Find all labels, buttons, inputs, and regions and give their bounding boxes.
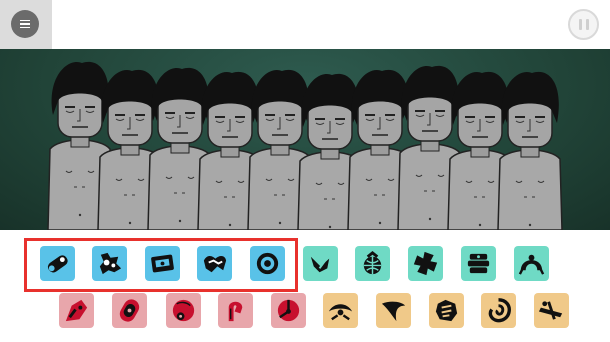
melody-shard-icon[interactable]	[59, 293, 94, 328]
stage	[0, 49, 610, 230]
effect-globe-bag-icon[interactable]	[355, 246, 390, 281]
beat-box-icon[interactable]	[145, 246, 180, 281]
performer[interactable]	[497, 71, 563, 230]
beat-puzzle-icon[interactable]	[92, 246, 127, 281]
melody-ball-icon[interactable]	[166, 293, 201, 328]
top-bar	[0, 0, 610, 49]
beat-wave-icon[interactable]	[197, 246, 232, 281]
effect-arc-icon[interactable]	[514, 246, 549, 281]
melody-disc-icon[interactable]	[271, 293, 306, 328]
beat-pill-icon[interactable]	[40, 246, 75, 281]
voice-eye-icon[interactable]	[323, 293, 358, 328]
pause-icon[interactable]	[568, 9, 599, 40]
voice-swirl-icon[interactable]	[481, 293, 516, 328]
melody-capsule-icon[interactable]	[112, 293, 147, 328]
effect-cross-icon[interactable]	[408, 246, 443, 281]
melody-hook-icon[interactable]	[218, 293, 253, 328]
voice-lever-icon[interactable]	[534, 293, 569, 328]
menu-tile	[0, 0, 52, 49]
voice-curve-icon[interactable]	[376, 293, 411, 328]
effect-stack-icon[interactable]	[461, 246, 496, 281]
voice-hand-icon[interactable]	[429, 293, 464, 328]
effect-bird-icon[interactable]	[303, 246, 338, 281]
beat-target-icon[interactable]	[250, 246, 285, 281]
hamburger-icon[interactable]	[11, 10, 39, 38]
